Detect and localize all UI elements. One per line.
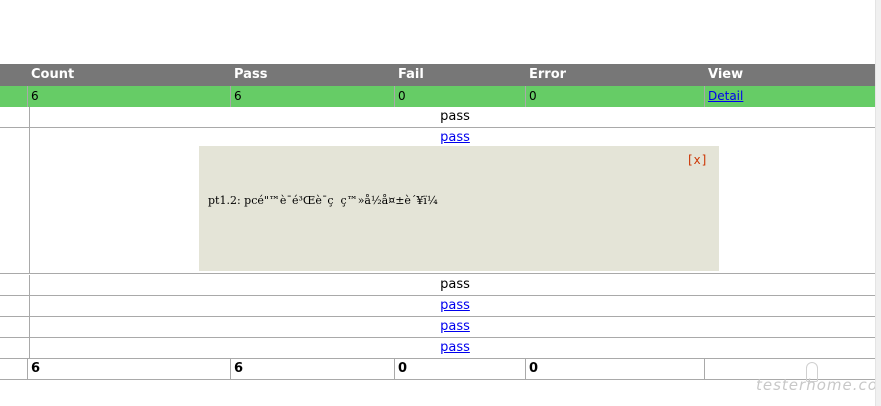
test-output-popup: [x] pt1.2: pcé"™è¯é³Œè¯ç ç™»å½å¤±è´¥ï¼ (199, 146, 719, 271)
test-status: pass (440, 277, 470, 292)
test-status-link[interactable]: pass (440, 319, 470, 334)
test-row: pass (0, 275, 881, 296)
header-count: Count (31, 67, 75, 82)
row-gutter (0, 128, 30, 273)
test-status: pass (29, 317, 881, 337)
summary-pass: 6 (231, 86, 395, 107)
header-fail: Fail (398, 67, 424, 82)
popup-close-button[interactable]: [x] (686, 153, 708, 167)
total-error: 0 (526, 358, 705, 379)
row-gutter (0, 338, 30, 358)
summary-row: 6 6 0 0 Detail (0, 86, 881, 107)
total-row: 6 6 0 0 (0, 358, 881, 380)
summary-view: Detail (705, 86, 881, 107)
row-gutter (0, 275, 30, 295)
test-row: pass (0, 107, 881, 128)
test-status: pass (29, 296, 881, 316)
popup-log-text: pt1.2: pcé"™è¯é³Œè¯ç ç™»å½å¤±è´¥ï¼ (208, 194, 438, 207)
test-row: pass (0, 317, 881, 338)
total-count: 6 (28, 358, 231, 379)
header-view: View (708, 67, 744, 82)
test-status: pass (29, 130, 881, 145)
summary-fail: 0 (395, 86, 526, 107)
total-fail: 0 (395, 358, 526, 379)
row-gutter (0, 296, 30, 316)
total-gutter (0, 358, 28, 379)
test-row: pass (0, 338, 881, 359)
test-status: pass (440, 109, 470, 124)
total-pass: 6 (231, 358, 395, 379)
summary-error: 0 (526, 86, 705, 107)
summary-count: 6 (28, 86, 231, 107)
row-gutter (0, 317, 30, 337)
summary-gutter (0, 86, 28, 107)
vertical-scrollbar[interactable] (875, 0, 881, 406)
test-status-link[interactable]: pass (440, 130, 470, 145)
test-row: pass (0, 296, 881, 317)
report-header-row: Count Pass Fail Error View (0, 64, 881, 86)
test-status: pass (29, 338, 881, 358)
header-pass: Pass (234, 67, 268, 82)
test-status-link[interactable]: pass (440, 340, 470, 355)
test-status-link[interactable]: pass (440, 298, 470, 313)
watermark: testerhome.com (756, 376, 881, 394)
test-row-expanded: pass [x] pt1.2: pcé"™è¯é³Œè¯ç ç™»å½å¤±è´… (0, 128, 881, 274)
detail-link[interactable]: Detail (708, 89, 743, 103)
header-error: Error (529, 67, 567, 82)
row-gutter (0, 107, 30, 127)
